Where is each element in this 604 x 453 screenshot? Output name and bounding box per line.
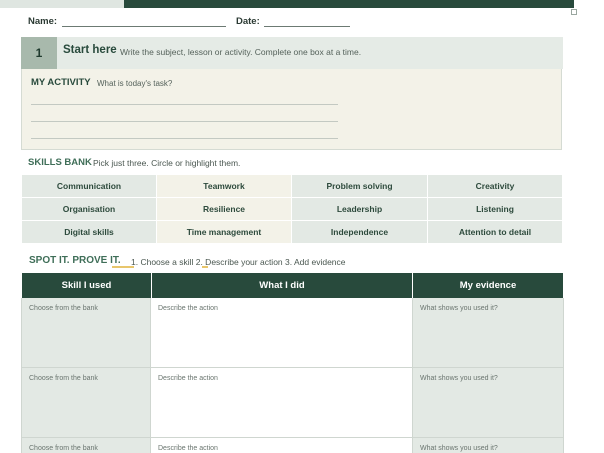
skill-placeholder: Choose from the bank — [29, 445, 98, 452]
skill-option[interactable]: Leadership — [292, 198, 428, 221]
skill-option[interactable]: Time management — [157, 221, 292, 244]
skill-option[interactable]: Resilience — [157, 198, 292, 221]
column-header-evidence: My evidence — [459, 280, 517, 291]
skill-option[interactable]: Attention to detail — [428, 221, 563, 244]
top-banner-light — [0, 0, 124, 8]
column-header-action: What I did — [259, 280, 305, 291]
evidence-placeholder: What shows you used it? — [420, 375, 498, 382]
skill-option[interactable]: Independence — [292, 221, 428, 244]
evidence-placeholder: What shows you used it? — [420, 305, 498, 312]
skill-option[interactable]: Listening — [428, 198, 563, 221]
table-row: Choose from the bank Describe the action… — [22, 298, 563, 368]
evidence-placeholder: What shows you used it? — [420, 445, 498, 452]
skill-placeholder: Choose from the bank — [29, 305, 98, 312]
action-placeholder[interactable]: Describe the action — [158, 305, 218, 312]
spot-it-title: SPOT IT. PROVE IT. — [29, 255, 121, 266]
activity-title: MY ACTIVITY — [31, 77, 91, 88]
skills-bank-description: Pick just three. Circle or highlight the… — [93, 158, 241, 168]
resize-handle[interactable] — [571, 9, 577, 15]
name-label: Name: — [28, 16, 58, 27]
skill-option[interactable]: Teamwork — [157, 175, 292, 198]
table-row: Choose from the bank Describe the action… — [22, 438, 563, 453]
start-description: Write the subject, lesson or activity. C… — [120, 47, 362, 57]
skills-bank-title: SKILLS BANK — [28, 157, 92, 168]
name-field[interactable] — [62, 26, 226, 27]
table-border — [21, 298, 22, 453]
date-field[interactable] — [264, 26, 350, 27]
skill-option[interactable]: Digital skills — [22, 221, 157, 244]
start-title: Start here — [63, 44, 117, 56]
skill-option[interactable]: Communication — [22, 175, 157, 198]
activity-prompt: What is today's task? — [97, 79, 173, 88]
skill-option[interactable]: Problem solving — [292, 175, 428, 198]
skills-bank-grid: Communication Teamwork Problem solving C… — [22, 175, 563, 244]
skill-placeholder: Choose from the bank — [29, 375, 98, 382]
spot-it-steps: 1. Choose a skill 2. Describe your actio… — [131, 257, 346, 267]
action-placeholder[interactable]: Describe the action — [158, 445, 218, 452]
activity-write-line[interactable] — [31, 104, 338, 105]
skill-option[interactable]: Creativity — [428, 175, 563, 198]
skill-option[interactable]: Organisation — [22, 198, 157, 221]
date-label: Date: — [236, 16, 260, 27]
table-row: Choose from the bank Describe the action… — [22, 368, 563, 438]
action-placeholder[interactable]: Describe the action — [158, 375, 218, 382]
step-number: 1 — [21, 37, 57, 69]
column-header-skill: Skill I used — [61, 280, 112, 291]
activity-write-line[interactable] — [31, 138, 338, 139]
table-border — [563, 298, 564, 453]
activity-write-line[interactable] — [31, 121, 338, 122]
